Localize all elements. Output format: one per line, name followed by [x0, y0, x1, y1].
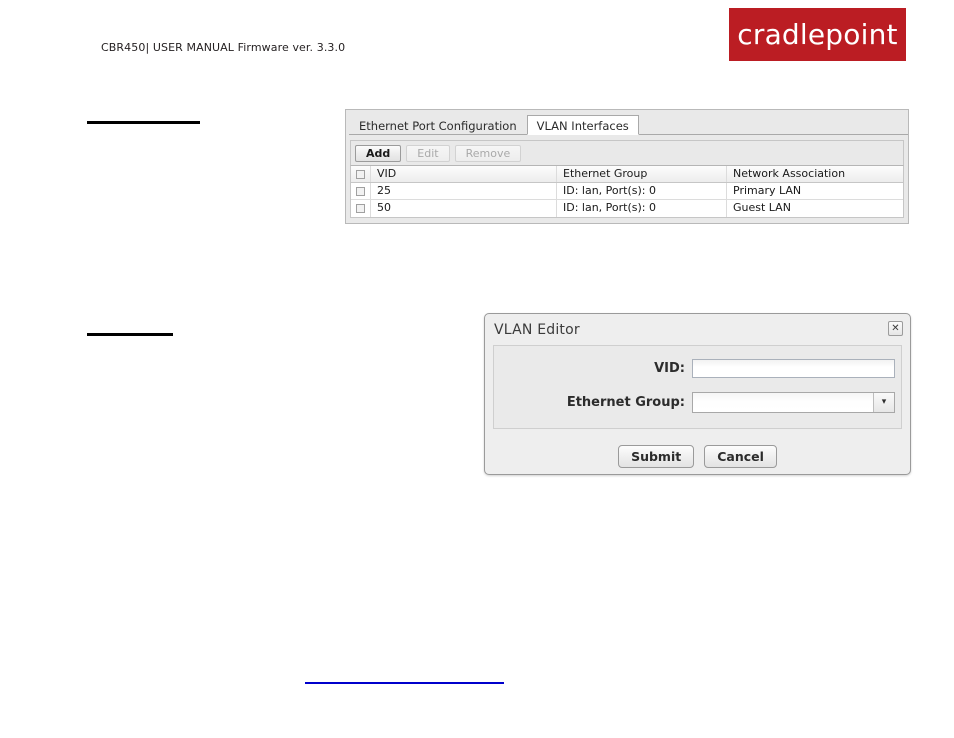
tab-vlan-interfaces-label: VLAN Interfaces [536, 119, 629, 133]
cell-vid: 25 [371, 183, 557, 199]
cancel-button[interactable]: Cancel [704, 445, 777, 468]
dialog-form: VID: Ethernet Group: ▾ [493, 345, 902, 429]
panel-tabbar: Ethernet Port Configuration VLAN Interfa… [349, 113, 908, 135]
section-heading-rule-top [87, 121, 200, 124]
cell-network-association: Primary LAN [733, 184, 802, 197]
select-all-checkbox[interactable] [356, 169, 365, 179]
column-header-ethernet-group[interactable]: Ethernet Group [557, 166, 727, 182]
ethernet-group-select[interactable]: ▾ [692, 391, 895, 413]
logo-wordmark: cradlepoint [737, 18, 898, 51]
table-row[interactable]: 25 ID: lan, Port(s): 0 Primary LAN [351, 183, 903, 200]
vlan-interfaces-panel: Ethernet Port Configuration VLAN Interfa… [345, 109, 909, 224]
table-header-row: VID Ethernet Group Network Association [351, 166, 903, 183]
dialog-title: VLAN Editor [494, 322, 580, 338]
vlan-editor-dialog: VLAN Editor ✕ VID: Ethernet Group: ▾ Sub… [484, 313, 911, 475]
cell-vid: 50 [371, 200, 557, 217]
vid-label: VID: [654, 360, 685, 376]
row-checkbox[interactable] [356, 186, 365, 196]
row-checkbox[interactable] [356, 204, 365, 213]
vlan-table: VID Ethernet Group Network Association 2… [350, 165, 904, 218]
tab-ethernet-port-configuration-label: Ethernet Port Configuration [359, 119, 517, 133]
remove-button[interactable]: Remove [454, 144, 522, 162]
ethernet-group-selected-value [693, 392, 873, 412]
dialog-footer: Submit Cancel [485, 445, 910, 468]
chevron-down-icon[interactable]: ▾ [873, 392, 894, 412]
tab-vlan-interfaces[interactable]: VLAN Interfaces [526, 115, 639, 135]
close-icon[interactable]: ✕ [888, 321, 903, 336]
section-heading-rule-middle [87, 333, 173, 336]
row-select-cell[interactable] [351, 200, 371, 217]
column-header-vid[interactable]: VID [371, 166, 557, 182]
ethernet-group-label: Ethernet Group: [566, 394, 685, 410]
cell-network-association: Guest LAN [733, 201, 791, 214]
cell-ethernet-group: ID: lan, Port(s): 0 [557, 183, 727, 199]
column-header-network-association[interactable]: Network Association [727, 166, 903, 182]
ethernet-group-field-row: Ethernet Group: ▾ [494, 390, 901, 414]
add-button[interactable]: Add [355, 144, 402, 162]
vlan-toolbar: Add Edit Remove [350, 140, 904, 165]
manual-header-text: CBR450| USER MANUAL Firmware ver. 3.3.0 [101, 41, 346, 54]
table-row[interactable]: 50 ID: lan, Port(s): 0 Guest LAN [351, 200, 903, 217]
vid-input[interactable] [692, 358, 895, 378]
vid-field-row: VID: [494, 356, 901, 380]
edit-button[interactable]: Edit [406, 144, 450, 162]
select-all-cell[interactable] [351, 166, 371, 182]
row-select-cell[interactable] [351, 183, 371, 199]
submit-button[interactable]: Submit [618, 445, 695, 468]
footer-hyperlink-rule[interactable] [305, 682, 504, 684]
tab-ethernet-port-configuration[interactable]: Ethernet Port Configuration [349, 115, 527, 135]
cradlepoint-logo: cradlepoint [729, 8, 906, 61]
cell-ethernet-group: ID: lan, Port(s): 0 [557, 200, 727, 217]
